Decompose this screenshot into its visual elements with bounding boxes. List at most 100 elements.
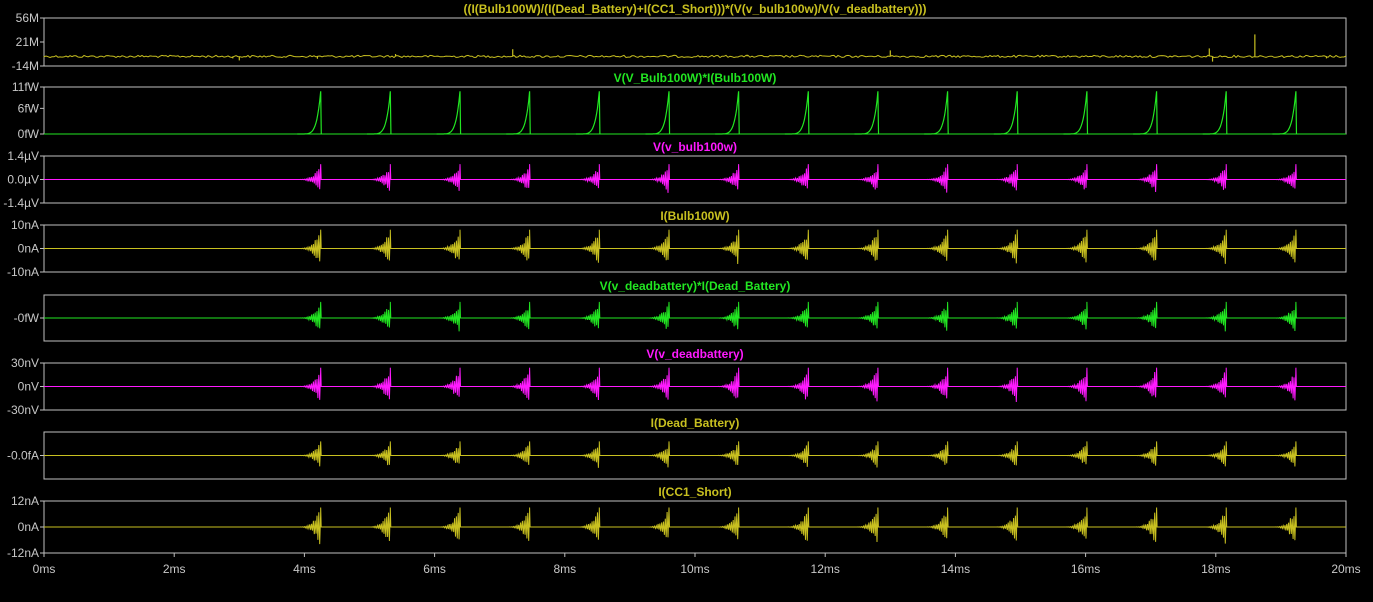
burst-15 [1272, 367, 1297, 401]
burst-3 [436, 164, 461, 191]
burst-3 [436, 301, 461, 332]
burst-11 [993, 229, 1019, 264]
burst-4 [506, 164, 531, 188]
pulse-9 [854, 91, 880, 135]
burst-2 [366, 367, 392, 400]
pane-title: V(v_deadbattery)*I(Dead_Battery) [600, 279, 791, 293]
burst-2 [366, 164, 392, 191]
pulse-1 [297, 91, 322, 135]
y-tick-label: 30nV [11, 356, 39, 370]
pulse-11 [993, 91, 1019, 135]
y-tick-label: 1.4µV [7, 149, 39, 163]
burst-3 [436, 507, 461, 540]
burst-13 [1133, 507, 1158, 542]
burst-12 [1063, 229, 1088, 263]
burst-14 [1202, 367, 1228, 398]
pulse-7 [715, 91, 740, 135]
pane-4: I(Bulb100W) 10nA 0nA -10nA [7, 209, 1347, 279]
burst-11 [993, 507, 1019, 541]
burst-2 [366, 507, 392, 542]
burst-11 [993, 441, 1019, 466]
burst-15 [1272, 507, 1297, 541]
burst-3 [436, 441, 461, 464]
y-tick-label: 12nA [11, 494, 39, 508]
pane-title: I(CC1_Short) [658, 485, 731, 499]
pane-title: V(V_Bulb100W)*I(Bulb100W) [614, 71, 777, 85]
burst-12 [1063, 164, 1088, 190]
y-tick-label: -0fW [14, 311, 40, 325]
x-tick-label: 12ms [811, 562, 840, 576]
y-tick-label: 0nA [18, 242, 39, 256]
burst-1 [297, 441, 322, 467]
pulse-8 [784, 91, 810, 135]
burst-6 [645, 301, 670, 329]
burst-13 [1133, 164, 1158, 193]
burst-11 [993, 301, 1019, 329]
pulse-15 [1272, 91, 1298, 135]
burst-1 [297, 164, 322, 190]
burst-9 [854, 441, 879, 468]
burst-1 [297, 301, 322, 329]
burst-7 [715, 229, 740, 265]
x-tick-label: 20ms [1331, 562, 1360, 576]
y-tick-label: 0nA [18, 520, 39, 534]
x-tick-label: 0ms [33, 562, 56, 576]
pane-title: V(v_deadbattery) [646, 347, 743, 361]
y-tick-label: -0.0fA [7, 449, 39, 463]
burst-10 [924, 301, 949, 331]
burst-9 [854, 164, 879, 190]
burst-4 [506, 441, 531, 465]
burst-5 [575, 367, 601, 401]
burst-6 [645, 441, 670, 468]
burst-13 [1133, 441, 1158, 466]
burst-13 [1133, 301, 1158, 329]
x-tick-label: 4ms [293, 562, 316, 576]
burst-1 [297, 229, 322, 262]
burst-6 [645, 164, 670, 193]
burst-5 [575, 164, 601, 189]
burst-10 [924, 441, 949, 465]
burst-4 [506, 507, 531, 541]
x-tick-label: 16ms [1071, 562, 1100, 576]
burst-8 [784, 164, 810, 189]
x-tick-label: 8ms [553, 562, 576, 576]
y-tick-label: 0fW [18, 127, 40, 141]
burst-12 [1063, 507, 1088, 539]
pane-8: I(CC1_Short) 12nA 0nA -12nA [7, 485, 1347, 560]
pane-title: I(Bulb100W) [660, 209, 729, 223]
burst-12 [1063, 367, 1088, 402]
burst-9 [854, 301, 879, 329]
burst-10 [924, 367, 949, 399]
burst-4 [506, 229, 531, 261]
burst-14 [1202, 164, 1228, 190]
burst-7 [715, 164, 740, 190]
pane-2: V(V_Bulb100W)*I(Bulb100W) 11fW 6fW 0fW [12, 71, 1347, 141]
y-tick-label: 10nA [11, 218, 39, 232]
pulse-2 [366, 91, 392, 135]
burst-7 [715, 301, 740, 330]
pulse-12 [1063, 91, 1089, 135]
burst-8 [784, 507, 810, 541]
pulse-6 [645, 91, 671, 135]
x-axis: 0ms 2ms 4ms 6ms 8ms 10ms 12ms 14ms 16ms 18ms 20ms [33, 553, 1361, 576]
y-tick-label: -14M [12, 59, 39, 73]
burst-6 [645, 229, 670, 261]
burst-5 [575, 441, 601, 468]
burst-7 [715, 441, 740, 466]
x-tick-label: 10ms [680, 562, 709, 576]
burst-15 [1272, 441, 1297, 467]
pane-6: V(v_deadbattery) 30nV 0nV -30nV [7, 347, 1347, 417]
pane-3: V(v_bulb100w) 1.4µV 0.0µV -1.4µV [3, 140, 1347, 210]
pulse-10 [924, 91, 949, 135]
pulse-14 [1202, 91, 1228, 135]
pane-title: ((I(Bulb100W)/(I(Dead_Battery)+I(CC1_Sho… [463, 2, 926, 16]
pulse-13 [1133, 91, 1158, 135]
burst-1 [297, 507, 322, 545]
burst-5 [575, 507, 601, 540]
burst-15 [1272, 164, 1297, 189]
burst-9 [854, 507, 879, 543]
burst-3 [436, 229, 461, 260]
burst-1 [297, 367, 322, 400]
burst-2 [366, 229, 392, 261]
pane-title: V(v_bulb100w) [653, 140, 737, 154]
